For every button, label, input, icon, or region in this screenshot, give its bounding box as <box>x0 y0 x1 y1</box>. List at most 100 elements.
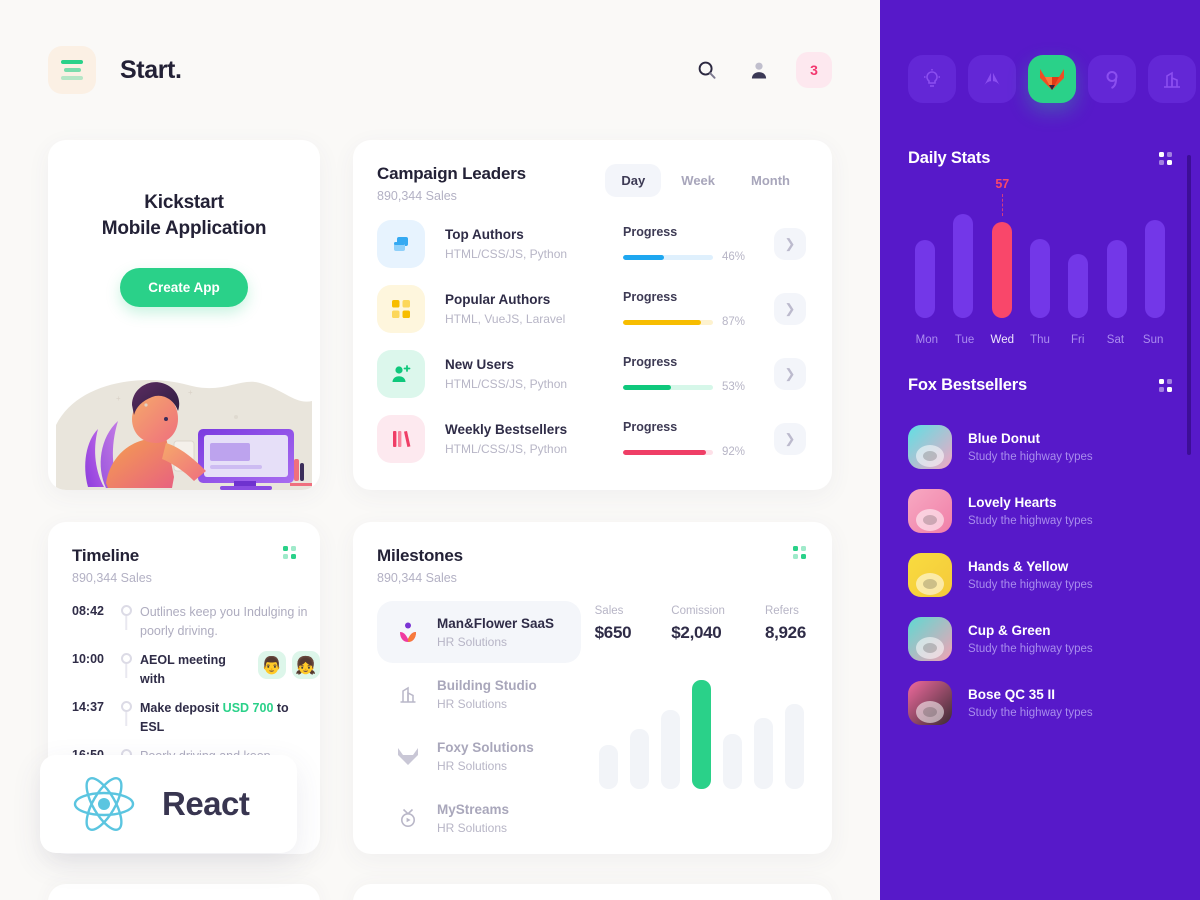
daily-stats-column[interactable] <box>1061 253 1095 318</box>
stat-value: $2,040 <box>671 623 722 642</box>
timeline-item[interactable]: 14:37 Make deposit USD 700 to ESL <box>72 699 320 747</box>
avatar: 👨 <box>258 651 286 679</box>
daily-stats-column[interactable] <box>946 213 980 318</box>
campaign-row-name: Top Authors <box>445 227 524 242</box>
bestseller-sub: Study the highway types <box>968 451 1093 463</box>
create-app-button[interactable]: Create App <box>120 268 248 308</box>
dot-grid-icon[interactable] <box>1159 379 1172 392</box>
bottom-card-left[interactable] <box>48 884 320 900</box>
milestone-sub: HR Solutions <box>437 758 508 773</box>
milestone-name: MyStreams <box>437 801 510 817</box>
timeline-axis <box>112 699 140 726</box>
bottom-card-stubs <box>0 884 880 900</box>
bestseller-row[interactable]: Bose QC 35 II Study the highway types <box>908 671 1172 735</box>
campaign-progress: Progress 46% <box>623 225 763 263</box>
milestone-sub: HR Solutions <box>437 820 508 835</box>
campaign-row[interactable]: Weekly Bestsellers HTML/CSS/JS, Python Pro… <box>377 415 806 463</box>
milestone-stat: Comission $2,040 <box>671 605 725 643</box>
react-badge-card[interactable]: React <box>40 755 297 853</box>
bestseller-sub: Study the highway types <box>968 707 1093 719</box>
main-panel: Start. 3 Kickstart Mobile Application Cr… <box>0 0 880 900</box>
campaign-leaders-card: Campaign Leaders 890,344 Sales Day Week … <box>353 140 832 490</box>
milestones-card: Milestones 890,344 Sales Man&Flower SaaS… <box>353 522 832 854</box>
blue-donut-photo <box>908 425 952 469</box>
dot-grid-icon[interactable] <box>283 546 296 559</box>
bestseller-row[interactable]: Cup & Green Study the highway types <box>908 607 1172 671</box>
search-icon[interactable] <box>692 55 722 85</box>
campaign-row-name: New Users <box>445 357 515 372</box>
daily-stats-label: Sat <box>1106 334 1125 346</box>
milestone-row[interactable]: Foxy Solutions HR Solutions <box>377 725 581 787</box>
bottom-card-right[interactable] <box>353 884 832 900</box>
milestone-text: Man&Flower SaaS HR Solutions <box>437 616 554 649</box>
spiral-nine-icon[interactable] <box>1088 55 1136 103</box>
right-sidebar: Daily Stats 57 Mon Tue Wed Thu Fri Sat Sun Fox… <box>880 0 1200 900</box>
bestseller-row[interactable]: Hands & Yellow Study the highway types <box>908 543 1172 607</box>
milestone-chart-bar <box>691 679 711 789</box>
notification-badge[interactable]: 3 <box>796 52 832 88</box>
milestones-metrics: Sales $650 Comission $2,040 Refers 8,926 <box>581 601 806 849</box>
daily-stats-label: Tue <box>954 334 975 346</box>
daily-stats-label: Thu <box>1030 334 1050 346</box>
chevron-right-icon[interactable]: ❯ <box>774 423 806 455</box>
bestseller-sub: Study the highway types <box>968 643 1093 655</box>
daily-stats-label: Mon <box>915 334 939 346</box>
fox-logo-icon[interactable] <box>1028 55 1076 103</box>
brand-title: Start. <box>120 55 182 84</box>
lightbulb-icon[interactable] <box>908 55 956 103</box>
app-switcher <box>880 0 1200 103</box>
window-stack-icon <box>377 220 425 268</box>
building-icon[interactable] <box>1148 55 1196 103</box>
flower-icon <box>393 620 423 644</box>
hamburger-menu-icon[interactable] <box>48 46 96 94</box>
sidebar-scrollbar[interactable] <box>1187 155 1191 455</box>
timeline-dot-icon <box>120 701 132 712</box>
daily-stats-section: Daily Stats 57 Mon Tue Wed Thu Fri Sat Sun <box>880 149 1200 346</box>
milestone-stat: Refers 8,926 <box>765 605 806 643</box>
timeline-dot-icon <box>120 653 132 664</box>
mountain-arrow-icon[interactable] <box>968 55 1016 103</box>
campaign-row[interactable]: New Users HTML/CSS/JS, Python Progress 53% ❯ <box>377 350 806 398</box>
stat-value: $650 <box>594 623 632 642</box>
chevron-right-icon[interactable]: ❯ <box>774 293 806 325</box>
dot-grid-icon[interactable] <box>793 546 806 559</box>
daily-stats-title: Daily Stats <box>908 149 991 167</box>
campaign-row[interactable]: Popular Authors HTML, VueJS, Laravel Progr… <box>377 285 806 333</box>
milestones-header: Milestones 890,344 Sales <box>377 546 806 585</box>
grid-squares-icon <box>377 285 425 333</box>
daily-stats-column[interactable] <box>1023 238 1057 318</box>
dot-grid-icon[interactable] <box>1159 152 1172 165</box>
tab-week[interactable]: Week <box>665 164 731 197</box>
milestone-row[interactable]: Building Studio HR Solutions <box>377 663 581 725</box>
bestseller-row[interactable]: Lovely Hearts Study the highway types <box>908 479 1172 543</box>
timeline-item[interactable]: 08:42 Outlines keep you Indulging in poor… <box>72 603 320 651</box>
milestone-row[interactable]: Man&Flower SaaS HR Solutions <box>377 601 581 663</box>
tv-play-icon <box>393 807 423 829</box>
timeline-item[interactable]: 10:00 AEOL meeting with 👨 👧 <box>72 651 320 699</box>
campaign-row-text: Top Authors HTML/CSS/JS, Python <box>445 227 623 261</box>
milestone-row[interactable]: MyStreams HR Solutions <box>377 787 581 849</box>
bestseller-row[interactable]: Blue Donut Study the highway types <box>908 415 1172 479</box>
progress-bar: 53% <box>623 381 763 393</box>
progress-bar: 87% <box>623 316 763 328</box>
campaign-row-list: Top Authors HTML/CSS/JS, Python Progress 46… <box>377 220 806 463</box>
campaign-progress: Progress 87% <box>623 290 763 328</box>
daily-stats-column[interactable] <box>908 240 942 318</box>
daily-stats-column[interactable] <box>985 221 1019 318</box>
milestone-chart-bar <box>598 745 618 789</box>
daily-stats-column[interactable] <box>1138 220 1172 318</box>
milestone-name: Foxy Solutions <box>437 739 534 755</box>
developer-at-desk-illustration: + + <box>56 379 312 490</box>
chevron-right-icon[interactable]: ❯ <box>774 358 806 390</box>
daily-stats-bars <box>908 198 1172 318</box>
campaign-row[interactable]: Top Authors HTML/CSS/JS, Python Progress 46… <box>377 220 806 268</box>
daily-stats-column[interactable] <box>1100 240 1134 318</box>
tab-month[interactable]: Month <box>735 164 806 197</box>
bestseller-text: Bose QC 35 II Study the highway types <box>968 687 1093 719</box>
chevron-right-icon[interactable]: ❯ <box>774 228 806 260</box>
timeline-text: Outlines keep you Indulging in poorly dr… <box>140 605 308 638</box>
tab-day[interactable]: Day <box>605 164 662 197</box>
milestone-chart-bar <box>660 710 680 789</box>
user-avatar-icon[interactable] <box>744 55 774 85</box>
peak-value: 57 <box>995 176 1010 191</box>
